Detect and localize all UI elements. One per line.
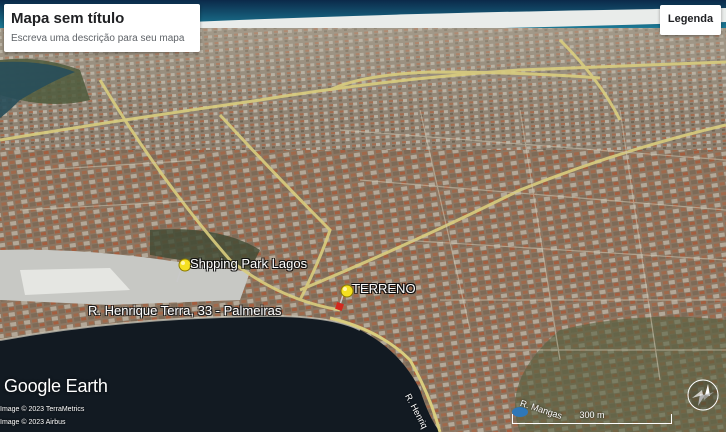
placemark-label-terreno[interactable]: TERRENO (352, 281, 416, 296)
google-earth-logo: Google Earth (4, 376, 108, 396)
map-description[interactable]: Escreva uma descrição para seu mapa (11, 33, 193, 45)
image-credit-1: Image © 2023 TerraMetrics (0, 406, 85, 413)
road-label-main: R. Henrique Terra, 33 - Palmeiras (88, 303, 282, 318)
scale-bar-label: 300 m (579, 410, 605, 420)
image-credit-2: Image © 2023 Airbus (0, 419, 66, 426)
scale-bar: 300 m (512, 410, 672, 424)
satellite-map[interactable] (0, 0, 726, 432)
placemark-label-shopping[interactable]: Shpping Park Lagos (190, 256, 307, 271)
compass-icon[interactable] (686, 378, 720, 412)
map-title-card[interactable]: Mapa sem título Escreva uma descrição pa… (4, 4, 200, 52)
map-title[interactable]: Mapa sem título (11, 10, 193, 28)
legend-button[interactable]: Legenda (660, 5, 721, 35)
